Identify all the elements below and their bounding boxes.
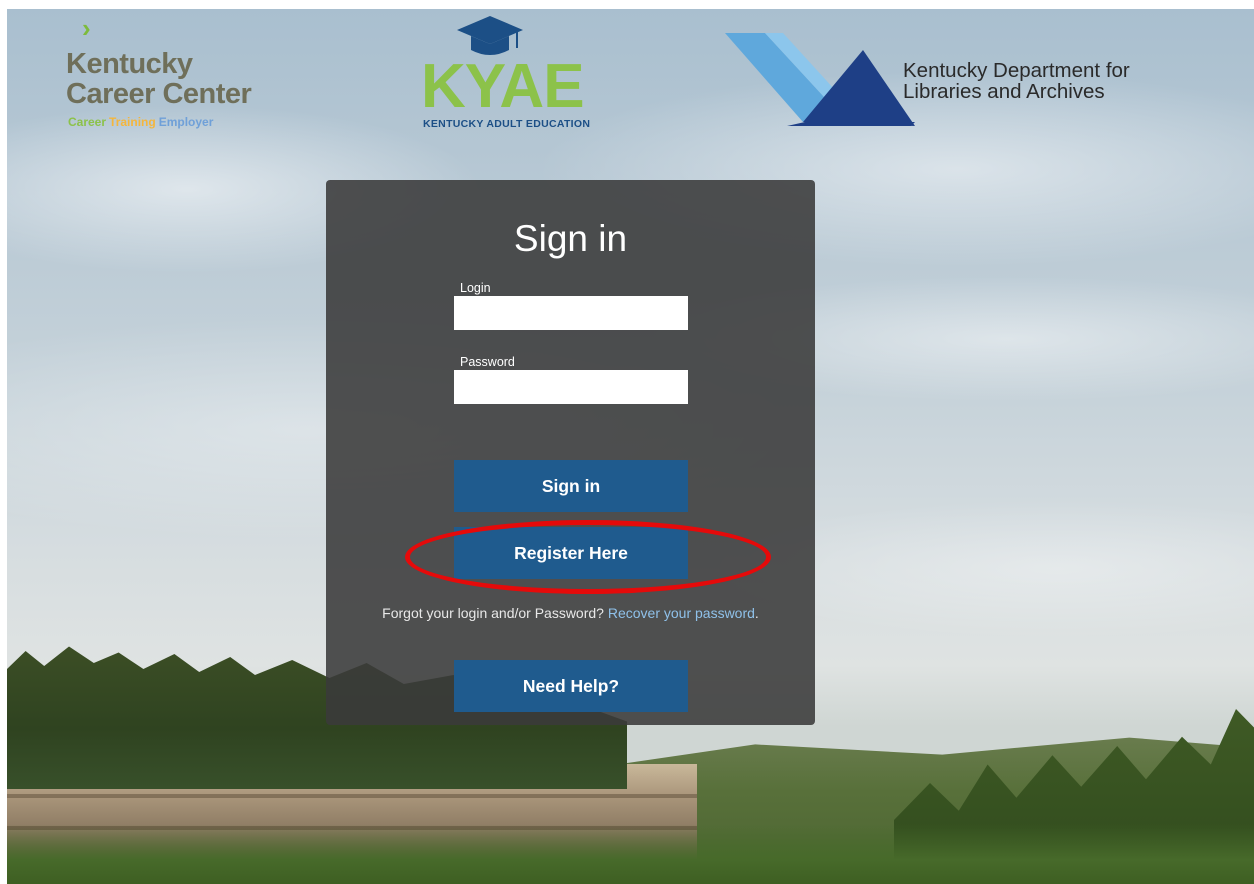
recover-password-link[interactable]: Recover your password <box>608 605 755 621</box>
kdla-logo-line1: Kentucky Department for <box>903 59 1130 82</box>
login-label: Login <box>460 281 491 295</box>
password-label: Password <box>460 355 515 369</box>
kyae-logo-subtitle: KENTUCKY ADULT EDUCATION <box>423 118 591 130</box>
kdla-logo-line2: Libraries and Archives <box>903 80 1105 103</box>
kyae-logo-letters: KYAE <box>421 52 585 121</box>
cliff-band <box>7 794 697 798</box>
need-help-button[interactable]: Need Help? <box>454 660 688 712</box>
forgot-prompt: Forgot your login and/or Password? <box>382 605 604 621</box>
foreground-foliage <box>7 824 1254 884</box>
kcc-logo-line2: Career Center <box>66 78 252 110</box>
register-button[interactable]: Register Here <box>454 527 688 579</box>
password-input[interactable] <box>454 370 688 404</box>
kdla-logo-mark <box>725 33 915 126</box>
signin-title: Sign in <box>513 218 628 259</box>
kcc-tagline-career: Career <box>68 115 107 129</box>
forgot-password-text: Forgot your login and/or Password? Recov… <box>326 605 815 621</box>
login-input[interactable] <box>454 296 688 330</box>
kdla-logo-text: Kentucky Department for Libraries and Ar… <box>903 60 1130 102</box>
signin-button[interactable]: Sign in <box>454 460 688 512</box>
kcc-tagline: Career Training Employer <box>68 115 216 129</box>
kcc-tagline-training: Training <box>109 115 156 129</box>
kcc-tagline-employer: Employer <box>158 115 214 129</box>
signin-panel <box>326 180 815 725</box>
forgot-suffix: . <box>754 605 759 621</box>
chevron-right-icon: › <box>82 13 91 43</box>
kcc-logo-line1: Kentucky <box>66 48 193 80</box>
